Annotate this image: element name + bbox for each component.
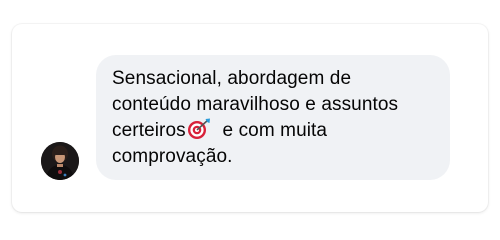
- comment-bubble: Sensacional, abordagem de conteúdo marav…: [96, 55, 450, 180]
- avatar[interactable]: [41, 142, 79, 180]
- direct-hit-target-icon: [187, 118, 211, 140]
- user-avatar-photo: [41, 142, 79, 180]
- comment-text: Sensacional, abordagem de conteúdo marav…: [112, 66, 434, 170]
